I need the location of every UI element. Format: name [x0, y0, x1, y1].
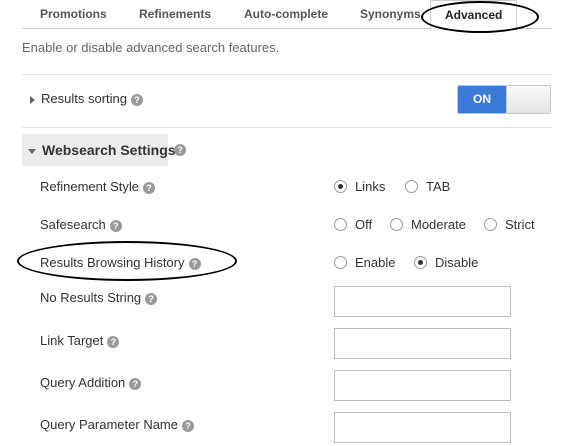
radio-label: Disable — [435, 255, 479, 270]
help-icon[interactable]: ? — [129, 377, 142, 390]
tab-bar: Promotions Refinements Auto-complete Syn… — [0, 0, 588, 30]
help-icon[interactable]: ? — [174, 144, 186, 156]
tab-synonyms[interactable]: Synonyms — [360, 7, 421, 21]
radio-label: Links — [355, 179, 386, 194]
radio-label: Enable — [355, 255, 396, 270]
safesearch-row-label: Safesearch? — [40, 217, 122, 232]
link-target-label: Link Target — [40, 333, 104, 348]
safesearch-label: Safesearch — [40, 217, 106, 232]
safesearch-strict-radio[interactable]: Strict — [484, 217, 535, 232]
link-target-row-label: Link Target? — [40, 333, 120, 348]
help-icon[interactable]: ? — [182, 419, 194, 432]
expand-arrow-icon — [30, 95, 35, 104]
results-browsing-history-row-label: Results Browsing History? — [40, 255, 201, 270]
radio-icon[interactable] — [334, 256, 347, 269]
radio-label: Off — [355, 217, 373, 232]
query-parameter-name-input[interactable] — [334, 412, 511, 443]
query-parameter-name-label: Query Parameter Name — [40, 417, 178, 432]
safesearch-off-radio[interactable]: Off — [334, 217, 372, 232]
divider — [22, 74, 552, 75]
help-icon[interactable]: ? — [143, 181, 155, 194]
query-addition-input[interactable] — [334, 370, 511, 401]
results-sorting-toggle[interactable]: ON — [457, 85, 551, 114]
help-icon[interactable]: ? — [188, 257, 201, 270]
no-results-string-input[interactable] — [334, 286, 511, 317]
browsing-history-enable-radio[interactable]: Enable — [334, 255, 395, 270]
tab-refinements[interactable]: Refinements — [139, 7, 211, 21]
browsing-history-disable-radio[interactable]: Disable — [414, 255, 478, 270]
refinement-style-tab-radio[interactable]: TAB — [405, 179, 450, 194]
radio-icon[interactable] — [334, 218, 347, 231]
tab-auto-complete[interactable]: Auto-complete — [244, 7, 328, 21]
results-browsing-history-label: Results Browsing History — [40, 255, 185, 270]
help-icon[interactable]: ? — [145, 292, 158, 305]
query-parameter-name-row-label: Query Parameter Name? — [40, 417, 194, 432]
results-sorting-label: Results sorting — [41, 91, 127, 106]
radio-label: Moderate — [411, 217, 466, 232]
websearch-settings-header[interactable]: Websearch Settings — [22, 134, 176, 166]
results-sorting-header[interactable]: Results sorting? — [30, 91, 143, 106]
no-results-string-row-label: No Results String? — [40, 290, 158, 305]
radio-selected-icon[interactable] — [414, 256, 427, 269]
websearch-settings-title: Websearch Settings — [42, 142, 176, 158]
toggle-on-label: ON — [458, 86, 506, 113]
refinement-style-links-radio[interactable]: Links — [334, 179, 385, 194]
radio-selected-icon[interactable] — [334, 180, 347, 193]
radio-icon[interactable] — [390, 218, 403, 231]
radio-label: Strict — [505, 217, 535, 232]
query-addition-label: Query Addition — [40, 375, 126, 390]
tab-promotions[interactable]: Promotions — [40, 7, 107, 21]
radio-icon[interactable] — [405, 180, 418, 193]
help-icon[interactable]: ? — [130, 93, 143, 106]
collapse-arrow-icon — [28, 148, 36, 154]
safesearch-moderate-radio[interactable]: Moderate — [390, 217, 466, 232]
divider — [22, 127, 552, 128]
toggle-knob[interactable] — [506, 86, 550, 113]
radio-icon[interactable] — [484, 218, 497, 231]
refinement-style-row-label: Refinement Style? — [40, 179, 155, 194]
link-target-input[interactable] — [334, 328, 511, 359]
help-icon[interactable]: ? — [107, 335, 120, 348]
refinement-style-label: Refinement Style — [40, 179, 139, 194]
radio-label: TAB — [426, 179, 451, 194]
intro-text: Enable or disable advanced search featur… — [22, 40, 280, 55]
tab-advanced[interactable]: Advanced — [430, 0, 518, 30]
query-addition-row-label: Query Addition? — [40, 375, 142, 390]
no-results-string-label: No Results String — [40, 290, 142, 305]
help-icon[interactable]: ? — [109, 219, 122, 232]
